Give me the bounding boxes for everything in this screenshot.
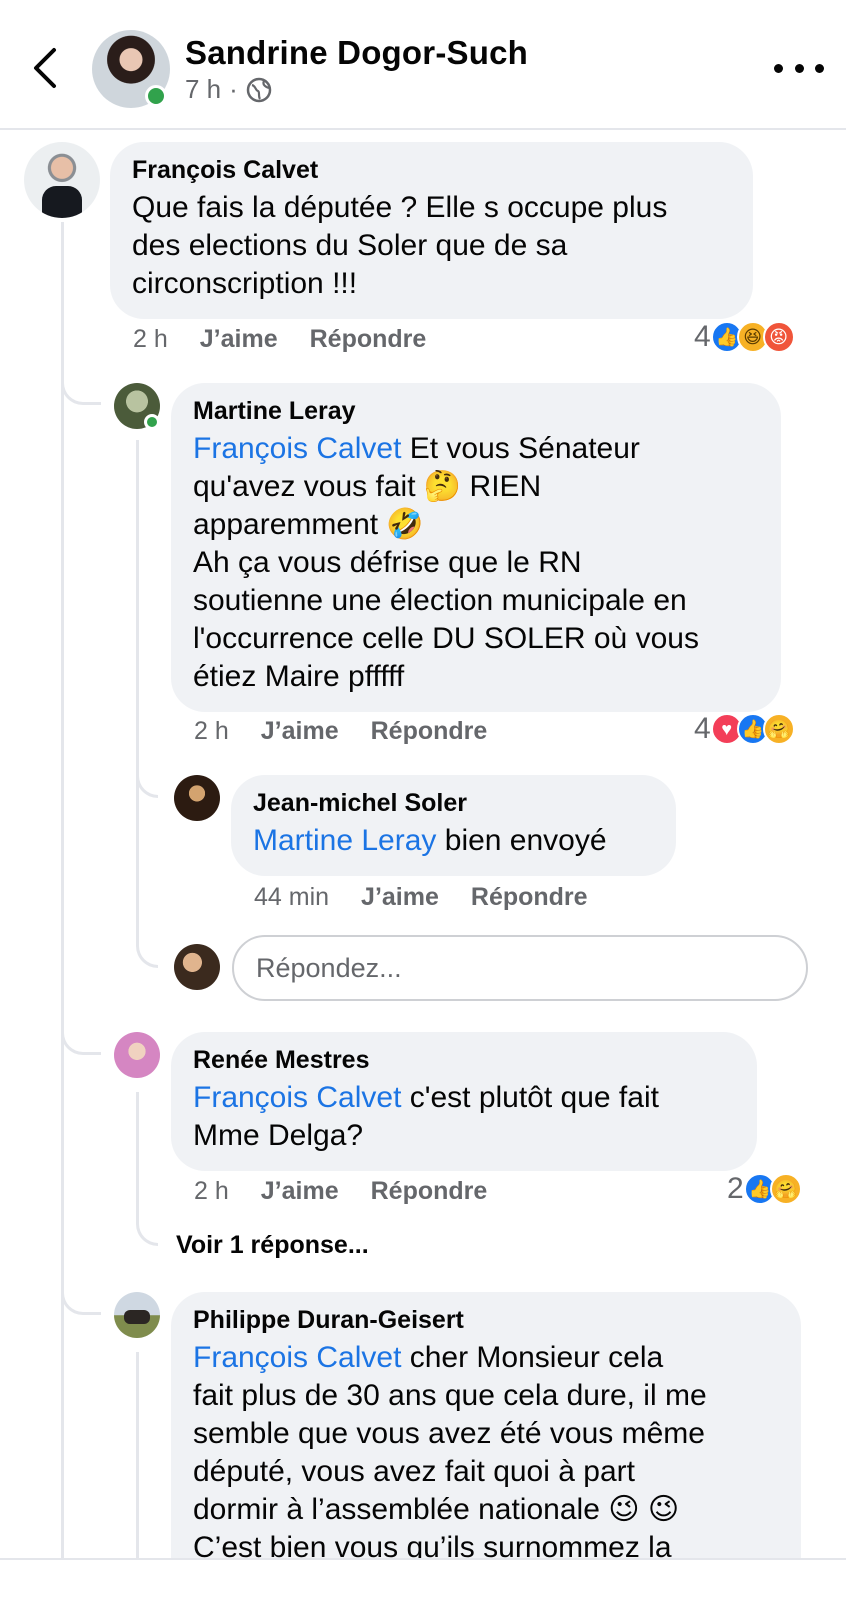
thread-line xyxy=(136,440,139,945)
thread-connector xyxy=(136,930,158,968)
angry-icon: 😡 xyxy=(762,321,795,353)
comment-actions: 2 h J’aime Répondre xyxy=(133,325,426,354)
reply-button[interactable]: Répondre xyxy=(371,1177,488,1206)
comment-author[interactable]: Martine Leray xyxy=(193,397,759,426)
bottom-bar xyxy=(0,1558,846,1600)
comment-text: François Calvet Et vous Sénateur qu'avez… xyxy=(193,430,759,696)
comment-author[interactable]: François Calvet xyxy=(132,156,731,185)
thread-connector xyxy=(136,1210,158,1246)
thread-connector xyxy=(61,360,101,405)
care-icon: 🤗 xyxy=(769,1173,802,1205)
comment-bubble: Jean-michel Soler Martine Leray bien env… xyxy=(231,775,676,876)
comment-body: Et vous Sénateur qu'avez vous fait 🤔 RIE… xyxy=(193,432,699,693)
comment-time[interactable]: 44 min xyxy=(254,883,329,912)
thread-line xyxy=(61,222,64,1558)
thread-connector xyxy=(61,1010,101,1055)
comment-author[interactable]: Philippe Duran-Geisert xyxy=(193,1306,779,1335)
comment-text: François Calvet cher Monsieur cela fait … xyxy=(193,1339,779,1558)
thread-line xyxy=(136,1352,139,1558)
comment-time[interactable]: 2 h xyxy=(194,717,229,746)
comments-area: François Calvet Que fais la députée ? El… xyxy=(0,0,846,1558)
comment-bubble: François Calvet Que fais la députée ? El… xyxy=(110,142,753,319)
reply-button[interactable]: Répondre xyxy=(471,883,588,912)
like-button[interactable]: J’aime xyxy=(200,325,278,354)
mention-link[interactable]: François Calvet xyxy=(193,1341,401,1374)
current-user-avatar xyxy=(174,944,220,990)
comment-body: bien envoyé xyxy=(436,824,607,857)
comment-time[interactable]: 2 h xyxy=(133,325,168,354)
comment-actions: 2 h J’aime Répondre xyxy=(194,717,487,746)
view-replies-link[interactable]: Voir 1 réponse... xyxy=(176,1231,369,1260)
comment-actions: 44 min J’aime Répondre xyxy=(254,883,588,912)
reply-input[interactable]: Répondez... xyxy=(232,935,808,1001)
reaction-summary[interactable]: 2 👍 🤗 xyxy=(727,1172,802,1206)
mention-link[interactable]: François Calvet xyxy=(193,432,401,465)
comment-text: Martine Leray bien envoyé xyxy=(253,822,654,860)
thread-connector xyxy=(61,1270,101,1315)
mention-link[interactable]: François Calvet xyxy=(193,1081,401,1114)
online-indicator xyxy=(144,414,160,430)
like-button[interactable]: J’aime xyxy=(361,883,439,912)
comment-text: François Calvet c'est plutôt que fait Mm… xyxy=(193,1079,735,1155)
commenter-avatar[interactable] xyxy=(114,1032,160,1078)
comment-author[interactable]: Jean-michel Soler xyxy=(253,789,654,818)
thread-line xyxy=(136,1092,139,1222)
commenter-avatar[interactable] xyxy=(24,142,100,218)
reaction-summary[interactable]: 4 ♥ 👍 🤗 xyxy=(694,712,795,746)
comment-actions: 2 h J’aime Répondre xyxy=(194,1177,487,1206)
reaction-count: 4 xyxy=(694,320,711,353)
reply-button[interactable]: Répondre xyxy=(371,717,488,746)
comment-bubble: Philippe Duran-Geisert François Calvet c… xyxy=(171,1292,801,1558)
reply-button[interactable]: Répondre xyxy=(310,325,427,354)
comment-time[interactable]: 2 h xyxy=(194,1177,229,1206)
care-icon: 🤗 xyxy=(762,713,795,745)
comment-bubble: Renée Mestres François Calvet c'est plut… xyxy=(171,1032,757,1171)
reaction-summary[interactable]: 4 👍 😆 😡 xyxy=(694,320,795,354)
reaction-count: 2 xyxy=(727,1172,744,1205)
commenter-avatar[interactable] xyxy=(174,775,220,821)
like-button[interactable]: J’aime xyxy=(261,1177,339,1206)
mention-link[interactable]: Martine Leray xyxy=(253,824,436,857)
thread-connector xyxy=(136,760,158,798)
commenter-avatar[interactable] xyxy=(114,1292,160,1338)
comment-author[interactable]: Renée Mestres xyxy=(193,1046,735,1075)
like-button[interactable]: J’aime xyxy=(261,717,339,746)
comment-text: Que fais la députée ? Elle s occupe plus… xyxy=(132,191,668,300)
comment-bubble: Martine Leray François Calvet Et vous Sé… xyxy=(171,383,781,712)
reaction-count: 4 xyxy=(694,712,711,745)
